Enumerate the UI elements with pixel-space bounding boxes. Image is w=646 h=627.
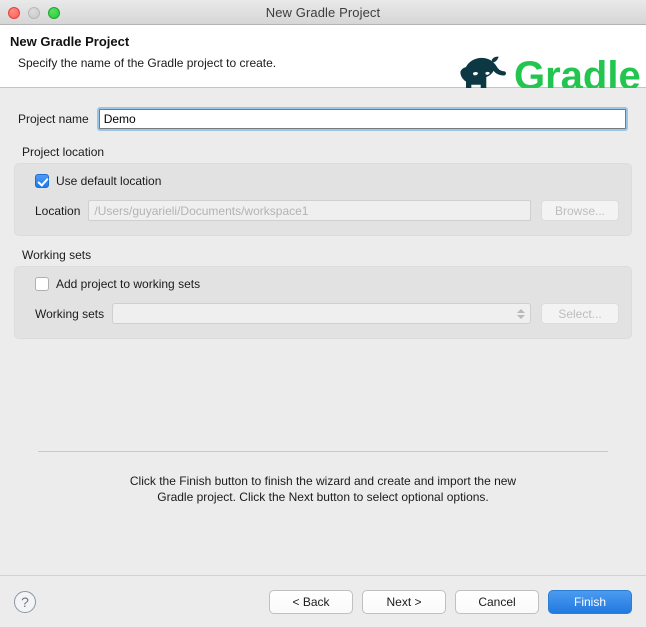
help-icon[interactable]: ? [14,590,36,613]
wizard-header-title: New Gradle Project [10,34,130,49]
wizard-instructions: Click the Finish button to finish the wi… [0,473,646,505]
project-name-row: Project name [0,88,646,131]
traffic-light-group [8,0,60,25]
next-button[interactable]: Next > [362,589,446,614]
project-location-group-label: Project location [22,145,105,159]
location-row: Location /Users/guyarieli/Documents/work… [27,200,619,221]
minimize-window-icon[interactable] [28,6,40,19]
cancel-button[interactable]: Cancel [455,589,539,614]
location-input: /Users/guyarieli/Documents/workspace1 [88,200,531,221]
instructions-line-2: Gradle project. Click the Next button to… [157,490,489,504]
close-window-icon[interactable] [8,6,20,19]
instructions-line-1: Click the Finish button to finish the wi… [129,474,517,488]
window-title: New Gradle Project [265,4,381,20]
finish-button[interactable]: Finish [548,589,632,614]
working-sets-panel: Add project to working sets Working sets… [14,266,632,339]
add-project-to-working-sets-checkbox[interactable] [35,277,49,291]
instructions-separator [38,451,608,452]
add-project-to-working-sets-row[interactable]: Add project to working sets [27,277,619,291]
browse-button: Browse... [541,200,619,221]
use-default-location-row[interactable]: Use default location [27,174,619,188]
location-label: Location [35,203,81,218]
working-sets-combobox [112,303,531,324]
back-button[interactable]: < Back [269,589,353,614]
project-name-input[interactable] [98,109,626,129]
select-working-sets-button: Select... [541,303,619,324]
project-name-label: Project name [18,112,89,126]
stepper-chevrons-icon [517,308,525,319]
project-location-panel: Use default location Location /Users/guy… [14,163,632,236]
zoom-window-icon[interactable] [48,6,60,19]
use-default-location-checkbox[interactable] [35,174,49,188]
wizard-header: New Gradle Project Specify the name of t… [0,25,646,98]
add-project-to-working-sets-label: Add project to working sets [56,277,201,291]
working-sets-label: Working sets [35,306,105,321]
wizard-footer: ? < Back Next > Cancel Finish [0,575,646,627]
working-sets-group-label: Working sets [22,248,92,262]
working-sets-row: Working sets Select... [27,303,619,324]
footer-button-group: < Back Next > Cancel Finish [269,589,632,614]
wizard-body: Project name Project location Use defaul… [0,88,646,575]
new-gradle-project-window: New Gradle Project New Gradle Project Sp… [0,0,646,627]
use-default-location-label: Use default location [56,174,162,188]
project-name-focus-ring [96,107,628,131]
window-titlebar: New Gradle Project [0,0,646,25]
